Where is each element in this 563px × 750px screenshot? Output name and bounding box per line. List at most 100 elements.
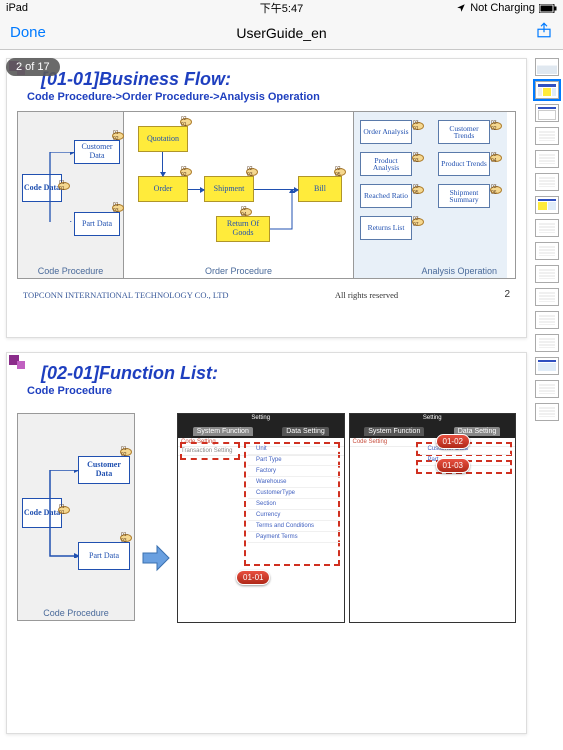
shot-a-title: Setting xyxy=(251,415,270,421)
tag-0302: 03-02 xyxy=(490,122,502,130)
tag-0204: 02-04 xyxy=(240,208,252,216)
shot-b-title: Setting xyxy=(423,415,442,421)
thumb-5[interactable] xyxy=(535,150,559,168)
tag2-0102: 01-02 xyxy=(120,448,132,456)
tag-0201: 02-01 xyxy=(180,118,192,126)
part-data-box: Part Data xyxy=(74,212,120,236)
item-customertype: CustomerType xyxy=(248,488,340,499)
thumb-11[interactable] xyxy=(535,288,559,306)
tag-0307: 03-07 xyxy=(412,218,424,226)
thumb-4[interactable] xyxy=(535,127,559,145)
thumb-8[interactable] xyxy=(535,219,559,237)
thumb-7[interactable] xyxy=(535,196,559,214)
tag-0304: 03-04 xyxy=(490,154,502,162)
item-section: Section xyxy=(248,499,340,510)
tab-system-function-b: System Function xyxy=(364,427,424,436)
shipment-summary-box: Shipment Summary xyxy=(438,184,490,208)
thumb-3[interactable] xyxy=(535,104,559,122)
location-icon xyxy=(456,3,466,13)
tab-system-function-a: System Function xyxy=(193,427,253,436)
slide1-footer: TOPCONN INTERNATIONAL TECHNOLOGY CO., LT… xyxy=(17,289,516,300)
badge-0101: 01-01 xyxy=(236,570,270,585)
page-indicator: 2 of 17 xyxy=(6,58,60,76)
done-button[interactable]: Done xyxy=(10,24,46,41)
tag-0203: 02-03 xyxy=(246,168,258,176)
order-box: Order xyxy=(138,176,188,202)
tag-0301: 03-01 xyxy=(412,122,424,130)
code-branch-lines xyxy=(40,152,74,222)
thumb-12[interactable] xyxy=(535,311,559,329)
arrow-right-icon xyxy=(141,543,171,573)
returns-list-box: Returns List xyxy=(360,216,412,240)
arrow-quotation-order xyxy=(162,152,163,176)
tag-0102: 01-02 xyxy=(112,132,124,140)
return-goods-box: Return Of Goods xyxy=(216,216,270,242)
item-unit: Unit xyxy=(248,444,340,455)
slide2-code-diagram: Code Data Customer Data Part Data 01-01 … xyxy=(17,413,135,621)
clock-label: 下午5:47 xyxy=(190,0,374,16)
tag-0305: 03-05 xyxy=(412,186,424,194)
share-icon xyxy=(535,20,553,40)
thumb-9[interactable] xyxy=(535,242,559,260)
battery-icon xyxy=(539,4,557,13)
product-analysis-box: Product Analysis xyxy=(360,152,412,176)
item-terms: Terms and Conditions xyxy=(248,521,340,532)
screenshot-b: System Function Setting Data Setting Cod… xyxy=(349,413,517,623)
item-factory: Factory xyxy=(248,466,340,477)
screenshots-row: System Function Setting Data Setting Cod… xyxy=(177,413,516,623)
status-bar: iPad 下午5:47 Not Charging xyxy=(0,0,563,16)
thumb-1[interactable] xyxy=(535,58,559,76)
shipment-box: Shipment xyxy=(204,176,254,202)
slide2-title: [02-01]Function List: xyxy=(41,363,516,384)
tag-0202: 02-02 xyxy=(180,168,192,176)
s2-col-label: Code Procedure xyxy=(18,608,134,618)
reached-ratio-box: Reached Ratio xyxy=(360,184,412,208)
customer-data-box-2: Customer Data xyxy=(78,456,130,484)
tag-0306: 03-06 xyxy=(490,186,502,194)
shot-b-header: System Function Setting Data Setting xyxy=(350,414,516,438)
status-right: Not Charging xyxy=(373,2,557,14)
tag-0303: 03-03 xyxy=(412,154,424,162)
thumb-14[interactable] xyxy=(535,357,559,375)
tag-0205: 02-05 xyxy=(334,168,346,176)
arrow-return-bill xyxy=(270,189,300,231)
order-procedure-column: Quotation Order Shipment Return Of Goods… xyxy=(124,112,354,278)
order-analysis-box: Order Analysis xyxy=(360,120,412,144)
highlight-code-setting xyxy=(180,442,240,460)
thumb-16[interactable] xyxy=(535,403,559,421)
analysis-operation-column: Order Analysis Customer Trends Product A… xyxy=(354,112,507,278)
tag2-0103: 01-03 xyxy=(120,534,132,542)
share-button[interactable] xyxy=(535,20,553,45)
customer-data-box: Customer Data xyxy=(74,140,120,164)
business-flow-diagram: Code Data Customer Data Part Data 01-01 … xyxy=(17,111,516,279)
quotation-box: Quotation xyxy=(138,126,188,152)
thumb-15[interactable] xyxy=(535,380,559,398)
company-name: TOPCONN INTERNATIONAL TECHNOLOGY CO., LT… xyxy=(23,290,229,300)
thumb-13[interactable] xyxy=(535,334,559,352)
thumb-2[interactable] xyxy=(535,81,559,99)
item-warehouse: Warehouse xyxy=(248,477,340,488)
item-parttype: Part Type xyxy=(248,455,340,466)
code-procedure-column: Code Data Customer Data Part Data 01-01 … xyxy=(18,112,124,278)
arrow-order-shipment xyxy=(188,189,204,190)
nav-bar: Done UserGuide_en xyxy=(0,16,563,50)
part-data-box-2: Part Data xyxy=(78,542,130,570)
thumb-10[interactable] xyxy=(535,265,559,283)
slide1-subtitle: Code Procedure->Order Procedure->Analysi… xyxy=(27,91,516,103)
badge-0102: 01-02 xyxy=(436,434,470,449)
slide2-body: Code Data Customer Data Part Data 01-01 … xyxy=(17,413,516,623)
carrier-label: iPad xyxy=(6,2,190,14)
thumbnail-strip[interactable] xyxy=(535,58,561,421)
tag-0103: 01-03 xyxy=(112,204,124,212)
shot-a-header: System Function Setting Data Setting xyxy=(178,414,344,438)
document-content[interactable]: [01-01]Business Flow: Code Procedure->Or… xyxy=(0,50,533,750)
screenshot-a: System Function Setting Data Setting Cod… xyxy=(177,413,345,623)
thumb-6[interactable] xyxy=(535,173,559,191)
battery-label: Not Charging xyxy=(470,2,535,14)
product-trends-box: Product Trends xyxy=(438,152,490,176)
slide-page-3[interactable]: [02-01]Function List: Code Procedure Cod… xyxy=(6,352,527,734)
slide-page-number: 2 xyxy=(504,289,510,300)
badge-0103: 01-03 xyxy=(436,458,470,473)
slide-page-2[interactable]: [01-01]Business Flow: Code Procedure->Or… xyxy=(6,58,527,338)
document-title: UserGuide_en xyxy=(236,25,326,41)
